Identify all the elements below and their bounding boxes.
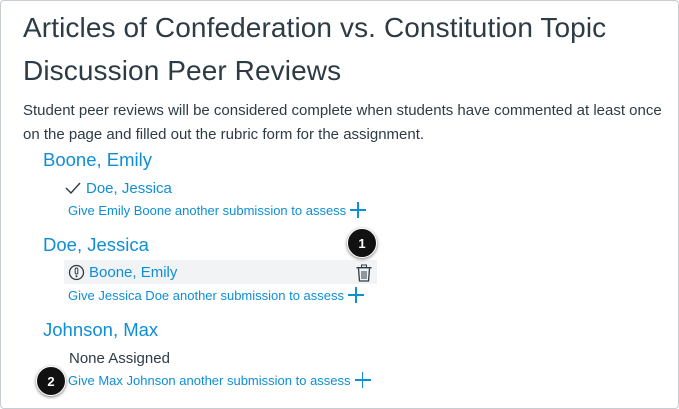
assignment-link-doe-jessica[interactable]: Doe, Jessica <box>86 180 172 197</box>
page-description: Student peer reviews will be considered … <box>23 102 662 143</box>
give-another-submission-link[interactable]: Give Emily Boone another submission to a… <box>68 202 367 218</box>
assessor-name-boone-emily[interactable]: Boone, Emily <box>43 149 152 171</box>
plus-icon <box>348 287 365 303</box>
warning-circle-icon <box>68 264 85 280</box>
none-assigned-text: None Assigned <box>69 349 170 367</box>
callout-badge-1: 1 <box>347 228 377 258</box>
page-title: Articles of Confederation vs. Constituti… <box>23 12 607 86</box>
assessor-name-johnson-max[interactable]: Johnson, Max <box>43 319 158 341</box>
none-assigned-row: None Assigned <box>69 346 170 370</box>
give-link-label: Give Jessica Doe another submission to a… <box>68 287 345 303</box>
plus-icon <box>350 202 367 218</box>
trash-icon[interactable] <box>355 264 373 282</box>
checkmark-icon <box>65 182 81 195</box>
assignment-link-boone-emily[interactable]: Boone, Emily <box>89 264 177 281</box>
give-another-submission-link[interactable]: Give Jessica Doe another submission to a… <box>68 287 365 303</box>
callout-badge-2: 2 <box>36 366 66 396</box>
assignment-row: Doe, Jessica <box>64 176 172 200</box>
give-another-submission-link[interactable]: Give Max Johnson another submission to a… <box>68 372 371 388</box>
plus-icon <box>354 372 371 388</box>
assessor-name-doe-jessica[interactable]: Doe, Jessica <box>43 234 149 256</box>
give-link-label: Give Max Johnson another submission to a… <box>68 372 351 388</box>
assignment-row-highlighted: Boone, Emily <box>64 260 377 284</box>
give-link-label: Give Emily Boone another submission to a… <box>68 202 347 218</box>
